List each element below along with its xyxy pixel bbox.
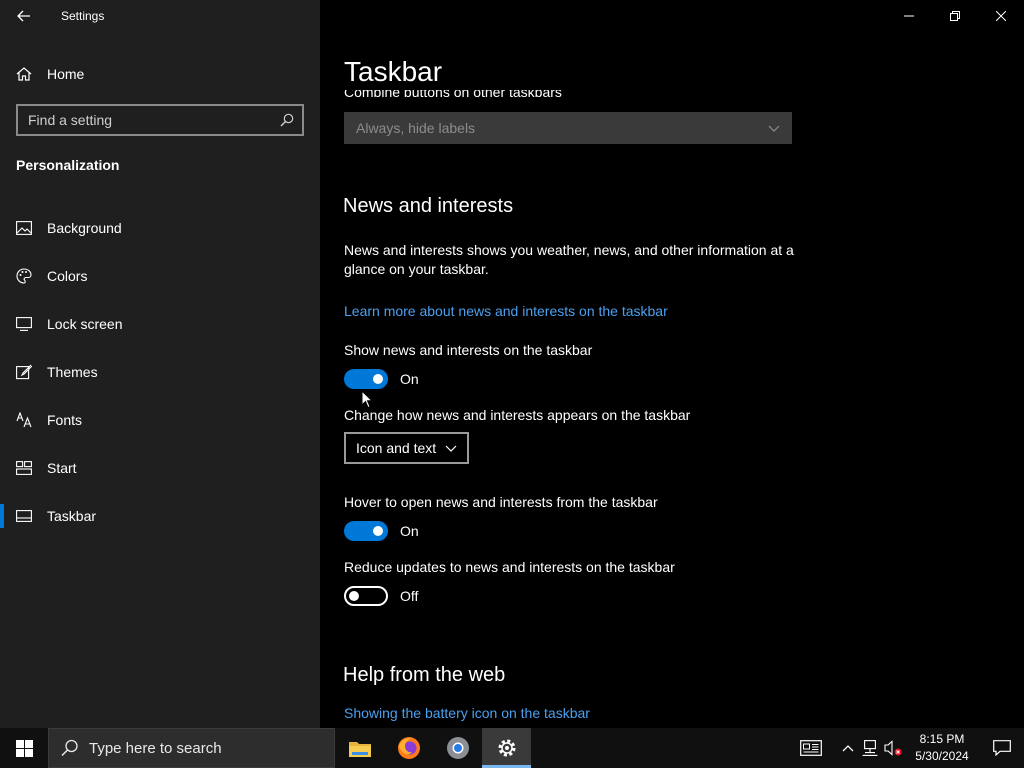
sidebar-item-taskbar[interactable]: Taskbar bbox=[0, 492, 320, 540]
show-hidden-icons-button[interactable] bbox=[838, 728, 858, 768]
home-label: Home bbox=[47, 66, 85, 82]
reduce-state: Off bbox=[400, 588, 419, 604]
app-title: Settings bbox=[61, 9, 105, 23]
combine-buttons-label: Combine buttons on other taskbars bbox=[344, 90, 562, 100]
search-icon[interactable] bbox=[280, 113, 294, 127]
help-heading: Help from the web bbox=[343, 664, 506, 686]
show-news-state: On bbox=[400, 371, 419, 387]
sidebar-item-label: Background bbox=[47, 220, 122, 236]
notification-icon bbox=[993, 740, 1011, 756]
show-news-label: Show news and interests on the taskbar bbox=[344, 342, 593, 358]
mouse-cursor-icon bbox=[361, 390, 373, 409]
action-center-button[interactable] bbox=[980, 728, 1024, 768]
toggle-knob bbox=[349, 591, 359, 601]
reduce-toggle-row: Off bbox=[344, 586, 418, 606]
sidebar-item-label: Themes bbox=[47, 364, 98, 380]
sidebar-item-label: Colors bbox=[47, 268, 88, 284]
chrome-icon bbox=[446, 737, 469, 759]
combine-buttons-dropdown[interactable]: Always, hide labels bbox=[344, 112, 792, 144]
palette-icon bbox=[0, 268, 47, 284]
news-icon bbox=[800, 740, 822, 756]
home-nav-item[interactable]: Home bbox=[0, 56, 320, 92]
taskbar-app-firefox[interactable] bbox=[384, 728, 433, 768]
settings-main: Taskbar Combine buttons on other taskbar… bbox=[320, 0, 1024, 728]
clock-time: 8:15 PM bbox=[919, 732, 965, 746]
toggle-knob bbox=[373, 374, 383, 384]
sidebar-item-label: Lock screen bbox=[47, 316, 123, 332]
start-layout-icon bbox=[0, 461, 47, 475]
appear-dropdown[interactable]: Icon and text bbox=[344, 432, 469, 464]
file-explorer-icon bbox=[348, 742, 371, 757]
news-heading: News and interests bbox=[343, 195, 514, 217]
volume-muted-icon bbox=[884, 740, 902, 756]
sidebar-item-start[interactable]: Start bbox=[0, 444, 320, 492]
taskbar-clock[interactable]: 8:15 PM 5/30/2024 bbox=[904, 731, 980, 765]
firefox-icon bbox=[397, 737, 420, 759]
chevron-down-icon bbox=[445, 445, 457, 452]
news-interests-button[interactable] bbox=[790, 728, 832, 768]
settings-gear-icon bbox=[498, 739, 515, 757]
chevron-down-icon bbox=[768, 125, 780, 132]
hover-state: On bbox=[400, 523, 419, 539]
clock-date: 5/30/2024 bbox=[915, 749, 969, 763]
sidebar-item-label: Taskbar bbox=[47, 508, 97, 524]
network-tray-button[interactable] bbox=[858, 728, 882, 768]
show-news-toggle-row: On bbox=[344, 369, 419, 389]
font-icon bbox=[0, 412, 47, 428]
windows-logo-icon bbox=[15, 739, 33, 757]
picture-icon bbox=[0, 221, 47, 235]
taskbar-search-placeholder: Type here to search bbox=[89, 739, 222, 757]
system-tray: 8:15 PM 5/30/2024 bbox=[790, 728, 1024, 768]
network-icon bbox=[862, 740, 878, 756]
sidebar-item-background[interactable]: Background bbox=[0, 204, 320, 252]
taskbar-search-box[interactable]: Type here to search bbox=[48, 728, 335, 768]
hover-toggle-row: On bbox=[344, 521, 419, 541]
sidebar-nav: Background Colors Lock screen Themes Fon… bbox=[0, 204, 320, 540]
windows-taskbar: Type here to search 8:15 PM 5/30/2024 bbox=[0, 728, 1024, 768]
taskbar-app-chrome[interactable] bbox=[433, 728, 482, 768]
search-icon bbox=[61, 739, 78, 757]
section-title-personalization: Personalization bbox=[16, 157, 120, 173]
battery-help-link[interactable]: Showing the battery icon on the taskbar bbox=[344, 705, 590, 721]
reduce-label: Reduce updates to news and interests on … bbox=[344, 559, 675, 575]
find-setting-placeholder: Find a setting bbox=[28, 112, 113, 128]
back-arrow-icon bbox=[17, 10, 30, 22]
volume-tray-button[interactable] bbox=[882, 728, 904, 768]
taskbar-app-settings[interactable] bbox=[482, 728, 531, 768]
titlebar-left: Settings bbox=[0, 0, 320, 32]
sidebar-item-fonts[interactable]: Fonts bbox=[0, 396, 320, 444]
chevron-up-icon bbox=[842, 745, 854, 752]
find-setting-input[interactable]: Find a setting bbox=[16, 104, 304, 136]
toggle-knob bbox=[373, 526, 383, 536]
start-button[interactable] bbox=[0, 728, 48, 768]
taskbar-app-file-explorer[interactable] bbox=[335, 728, 384, 768]
hover-toggle[interactable] bbox=[344, 521, 388, 541]
back-button[interactable] bbox=[0, 0, 48, 32]
show-news-toggle[interactable] bbox=[344, 369, 388, 389]
sidebar-item-lock-screen[interactable]: Lock screen bbox=[0, 300, 320, 348]
combine-buttons-value: Always, hide labels bbox=[356, 120, 476, 136]
sidebar-item-label: Fonts bbox=[47, 412, 83, 428]
appear-label: Change how news and interests appears on… bbox=[344, 407, 691, 423]
sidebar-item-label: Start bbox=[47, 460, 77, 476]
taskbar-icon bbox=[0, 510, 47, 522]
news-description: News and interests shows you weather, ne… bbox=[344, 242, 794, 277]
learn-more-link[interactable]: Learn more about news and interests on t… bbox=[344, 303, 668, 319]
appear-value: Icon and text bbox=[356, 440, 437, 456]
page-title: Taskbar bbox=[344, 56, 443, 87]
reduce-toggle[interactable] bbox=[344, 586, 388, 606]
lock-screen-icon bbox=[0, 317, 47, 331]
hover-label: Hover to open news and interests from th… bbox=[344, 494, 658, 510]
brush-icon bbox=[0, 364, 47, 380]
settings-sidebar: Settings Home Find a setting Personaliza… bbox=[0, 0, 320, 728]
home-icon bbox=[0, 66, 47, 82]
sidebar-item-colors[interactable]: Colors bbox=[0, 252, 320, 300]
sidebar-item-themes[interactable]: Themes bbox=[0, 348, 320, 396]
